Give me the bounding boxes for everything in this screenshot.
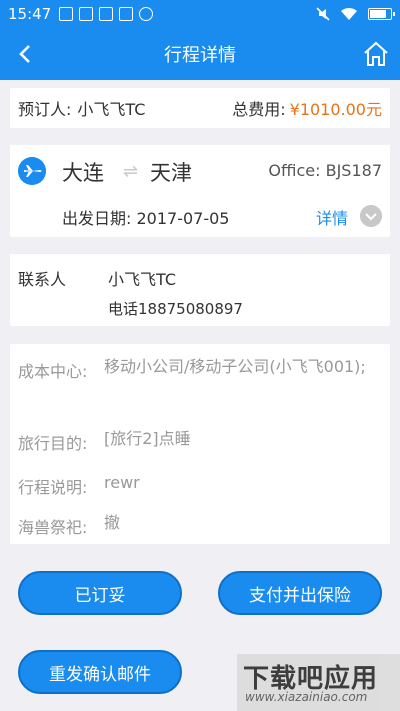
route-arrow-icon: ⇌: [123, 161, 139, 182]
info-key: 旅行目的:: [18, 434, 88, 453]
info-value: [旅行2]点睡: [104, 429, 191, 448]
info-row-purpose: 旅行目的: [旅行2]点睡: [18, 429, 382, 454]
notification-icons: [59, 7, 154, 21]
total-amount: ¥1010.00元: [289, 100, 382, 119]
airplane-icon: [18, 157, 46, 185]
battery-icon: [368, 8, 395, 20]
trip-info-card: 成本中心: 移动小公司/移动子公司(小飞飞001); 旅行目的: [旅行2]点睡…: [10, 344, 390, 544]
upload-icon: [119, 7, 134, 21]
flight-card: 大连 ⇌ 天津 Office: BJS187 出发日期: 2017-07-05 …: [10, 145, 390, 237]
resend-email-button[interactable]: 重发确认邮件: [18, 650, 182, 694]
departure-date: 出发日期: 2017-07-05: [62, 205, 229, 229]
system-icons: [316, 7, 395, 21]
user-icon: [139, 7, 154, 21]
notification-icon: [59, 7, 74, 21]
chevron-down-icon[interactable]: [360, 205, 382, 227]
booker-name: 小飞飞TC: [77, 100, 146, 119]
contact-card: 联系人 小飞飞TC 电话18875080897: [10, 254, 390, 326]
info-row-custom: 海兽祭祀: 撤: [18, 513, 382, 538]
info-value: rewr: [104, 473, 140, 492]
booked-button[interactable]: 已订妥: [18, 571, 182, 615]
lock-icon: [99, 7, 114, 21]
total-fee: 总费用: ¥1010.00元: [232, 96, 382, 120]
status-time: 15:47: [8, 5, 52, 23]
wifi-icon: [341, 7, 357, 20]
back-icon[interactable]: [10, 38, 42, 70]
page-title: 行程详情: [164, 45, 236, 66]
info-value: 移动小公司/移动子公司(小飞飞001);: [104, 357, 366, 376]
contact-label: 联系人: [18, 270, 67, 289]
contact-name: 小飞飞TC: [108, 270, 177, 289]
pay-and-insure-button[interactable]: 支付并出保险: [218, 571, 382, 615]
departure-label: 出发日期:: [62, 209, 132, 228]
total-label: 总费用:: [232, 100, 286, 119]
arrival-city: 天津: [150, 161, 192, 185]
nav-bar: 行程详情: [0, 28, 400, 80]
departure-city: 大连: [62, 161, 104, 185]
departure-value: 2017-07-05: [136, 209, 230, 228]
info-key: 行程说明:: [18, 478, 88, 497]
detail-link[interactable]: 详情: [316, 205, 348, 229]
contact-phone: 电话18875080897: [108, 300, 243, 318]
watermark-url: www.xiazainiao.com: [245, 690, 368, 704]
booker-label: 预订人:: [18, 100, 72, 119]
mute-icon: [316, 7, 330, 21]
status-bar: 15:47: [0, 0, 400, 28]
watermark: 下载吧应用 www.xiazainiao.com: [237, 654, 400, 711]
info-key: 海兽祭祀:: [18, 518, 88, 537]
office-code: Office: BJS187: [268, 161, 382, 180]
home-icon[interactable]: [360, 38, 392, 70]
booking-summary: 预订人: 小飞飞TC 总费用: ¥1010.00元: [10, 88, 390, 128]
info-row-cost-center: 成本中心: 移动小公司/移动子公司(小飞飞001);: [18, 357, 382, 418]
info-key: 成本中心:: [18, 362, 88, 381]
image-icon: [79, 7, 94, 21]
info-value: 撤: [104, 513, 121, 532]
info-row-description: 行程说明: rewr: [18, 473, 382, 498]
